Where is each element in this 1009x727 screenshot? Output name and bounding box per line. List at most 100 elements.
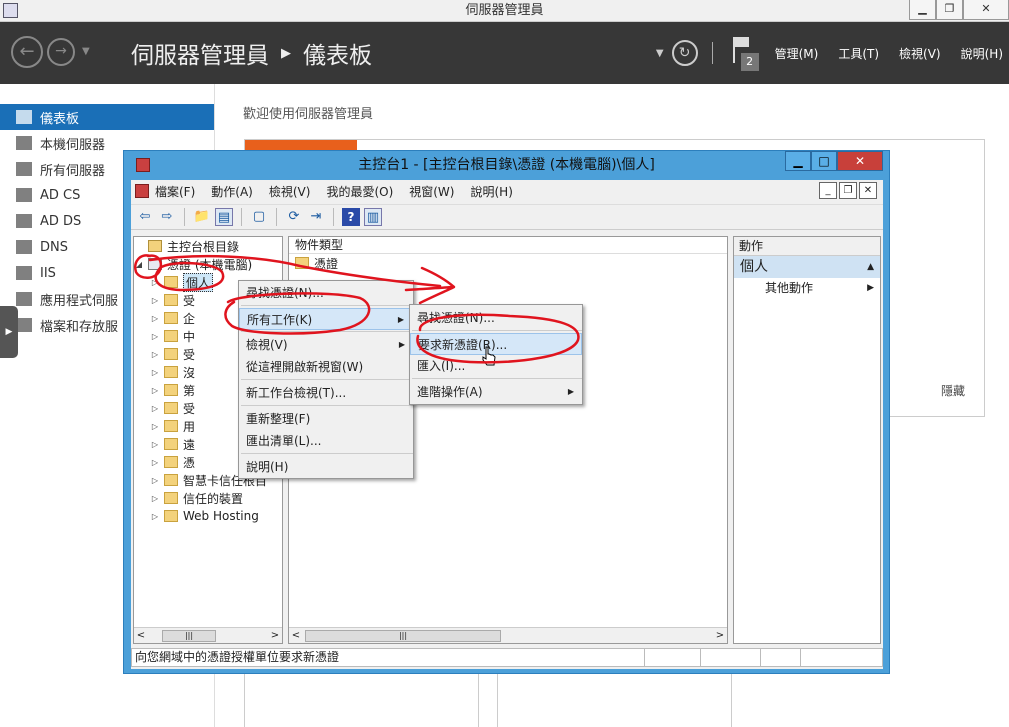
expand-arrow-icon[interactable]: ▷	[150, 296, 160, 305]
scroll-thumb[interactable]: |||	[162, 629, 216, 642]
console-menu-icon[interactable]	[135, 184, 149, 198]
folder-icon	[164, 420, 178, 432]
forward-icon[interactable]: ⇨	[158, 208, 176, 226]
expand-arrow-icon[interactable]: ▷	[150, 494, 160, 503]
child-close-button[interactable]: ✕	[859, 182, 877, 199]
child-restore-button[interactable]: ❐	[839, 182, 857, 199]
mmc-maximize-button[interactable]: □	[811, 151, 837, 171]
folder-icon	[164, 276, 178, 288]
breadcrumb-root[interactable]: 伺服器管理員	[131, 36, 269, 70]
help-icon[interactable]: ?	[342, 208, 360, 226]
window-title: 伺服器管理員	[465, 3, 544, 18]
submenu-arrow-icon: ▶	[398, 340, 405, 349]
expand-arrow-icon[interactable]: ▷	[150, 332, 160, 341]
menu-item-all-tasks[interactable]: 所有工作(K) ▶	[239, 308, 413, 330]
menu-item-refresh[interactable]: 重新整理(F)	[239, 408, 413, 430]
child-minimize-button[interactable]: _	[819, 182, 837, 199]
collapse-up-icon[interactable]: ▲	[867, 256, 874, 278]
refresh-icon[interactable]: ⟳	[285, 208, 303, 226]
menu-action[interactable]: 動作(A)	[211, 183, 253, 200]
show-action-pane-icon[interactable]: ▥	[364, 208, 382, 226]
menu-item-request-new-certificate[interactable]: 要求新憑證(R)...	[410, 333, 582, 355]
header-divider	[711, 42, 713, 64]
menu-item-new-taskpad[interactable]: 新工作台檢視(T)...	[239, 382, 413, 404]
menu-manage[interactable]: 管理(M)	[775, 45, 819, 62]
tree-item-console-root[interactable]: 主控台根目錄	[134, 237, 282, 255]
menu-item-import[interactable]: 匯入(I)...	[410, 355, 582, 377]
forward-arrow-icon[interactable]: →	[47, 38, 75, 66]
tree-item-certificates[interactable]: ◢ 憑證 (本機電腦)	[134, 255, 282, 273]
results-horizontal-scrollbar[interactable]: < ||| >	[289, 627, 727, 643]
menu-file[interactable]: 檔案(F)	[155, 183, 195, 200]
expand-arrow-icon[interactable]: ▷	[150, 368, 160, 377]
dashboard-column	[244, 668, 479, 727]
expand-arrow-icon[interactable]: ▷	[150, 350, 160, 359]
folder-icon	[164, 330, 178, 342]
mmc-close-button[interactable]: ✕	[837, 151, 883, 171]
expand-arrow-icon[interactable]: ▷	[150, 476, 160, 485]
mmc-minimize-button[interactable]: ▁	[785, 151, 811, 171]
scroll-thumb[interactable]: |||	[305, 629, 501, 642]
app-server-icon	[16, 292, 32, 306]
expand-arrow-icon[interactable]: ▷	[150, 386, 160, 395]
action-section-personal[interactable]: 個人 ▲	[734, 256, 880, 278]
back-icon[interactable]: ⇦	[136, 208, 154, 226]
list-item-certificates[interactable]: 憑證	[289, 254, 727, 272]
hide-link[interactable]: 隱藏	[941, 382, 965, 399]
menu-item-new-window[interactable]: 從這裡開啟新視窗(W)	[239, 356, 413, 378]
menu-favorites[interactable]: 我的最愛(O)	[326, 183, 393, 200]
history-dropdown-icon[interactable]: ▼	[82, 46, 90, 57]
submenu-arrow-icon: ▶	[567, 387, 574, 396]
refresh-icon[interactable]: ↻	[671, 40, 698, 66]
context-menu: 尋找憑證(N)... 所有工作(K) ▶ 檢視(V) ▶ 從這裡開啟新視窗(W)…	[238, 280, 414, 479]
folder-icon	[164, 348, 178, 360]
welcome-heading: 歡迎使用伺服器管理員	[243, 107, 374, 122]
mmc-toolbar: ⇦ ⇨ 📁 ▤ ▢ ⟳ ⇥ ? ▥	[131, 204, 883, 230]
close-button[interactable]: ✕	[963, 0, 1009, 20]
expand-arrow-icon[interactable]: ▷	[150, 512, 160, 521]
show-tree-icon[interactable]: ▤	[215, 208, 233, 226]
scroll-left-icon[interactable]: <	[289, 630, 303, 641]
nav-item-dashboard[interactable]: 儀表板	[0, 104, 214, 130]
menu-help[interactable]: 說明(H)	[470, 183, 512, 200]
expand-panel-chevron-icon[interactable]: ▶	[0, 306, 18, 358]
menu-item-export-list[interactable]: 匯出清單(L)...	[239, 430, 413, 452]
menu-item-help[interactable]: 說明(H)	[239, 456, 413, 478]
menu-tools[interactable]: 工具(T)	[838, 45, 879, 62]
properties-icon[interactable]: ▢	[250, 208, 268, 226]
expand-arrow-icon[interactable]: ▷	[150, 278, 160, 287]
expand-arrow-icon[interactable]: ▷	[150, 314, 160, 323]
folder-icon	[164, 492, 178, 504]
folder-icon	[148, 240, 162, 252]
minimize-button[interactable]: ▁	[909, 0, 936, 20]
maximize-button[interactable]: ❐	[936, 0, 963, 20]
menu-window[interactable]: 視窗(W)	[409, 183, 454, 200]
menu-item-advanced-operations[interactable]: 進階操作(A) ▶	[410, 381, 582, 403]
tree-item[interactable]: ▷ 信任的裝置	[134, 489, 282, 507]
scroll-left-icon[interactable]: <	[134, 630, 148, 641]
collapse-arrow-icon[interactable]: ◢	[134, 260, 144, 269]
up-folder-icon[interactable]: 📁	[193, 208, 211, 226]
expand-arrow-icon[interactable]: ▷	[150, 458, 160, 467]
export-list-icon[interactable]: ⇥	[307, 208, 325, 226]
menu-item-find-certificates[interactable]: 尋找憑證(N)...	[410, 307, 582, 329]
menu-view[interactable]: 檢視(V)	[899, 45, 941, 62]
menu-item-view[interactable]: 檢視(V) ▶	[239, 334, 413, 356]
action-more-actions[interactable]: 其他動作 ▶	[734, 278, 880, 298]
tree-horizontal-scrollbar[interactable]: < ||| >	[134, 627, 282, 643]
expand-arrow-icon[interactable]: ▷	[150, 440, 160, 449]
scroll-right-icon[interactable]: >	[713, 630, 727, 641]
servers-icon	[16, 162, 32, 176]
refresh-dropdown-icon[interactable]: ▼	[656, 48, 664, 59]
menu-item-find-certificates[interactable]: 尋找憑證(N)...	[239, 282, 413, 304]
tree-item[interactable]: ▷ Web Hosting	[134, 507, 282, 525]
menu-help[interactable]: 說明(H)	[961, 45, 1003, 62]
breadcrumb-separator-icon: ▶	[281, 45, 291, 61]
notification-flag-icon[interactable]: 2	[731, 35, 759, 71]
expand-arrow-icon[interactable]: ▷	[150, 404, 160, 413]
expand-arrow-icon[interactable]: ▷	[150, 422, 160, 431]
menu-view[interactable]: 檢視(V)	[269, 183, 311, 200]
column-header-object-type[interactable]: 物件類型	[289, 237, 727, 254]
back-arrow-icon[interactable]: ←	[11, 36, 43, 68]
scroll-right-icon[interactable]: >	[268, 630, 282, 641]
